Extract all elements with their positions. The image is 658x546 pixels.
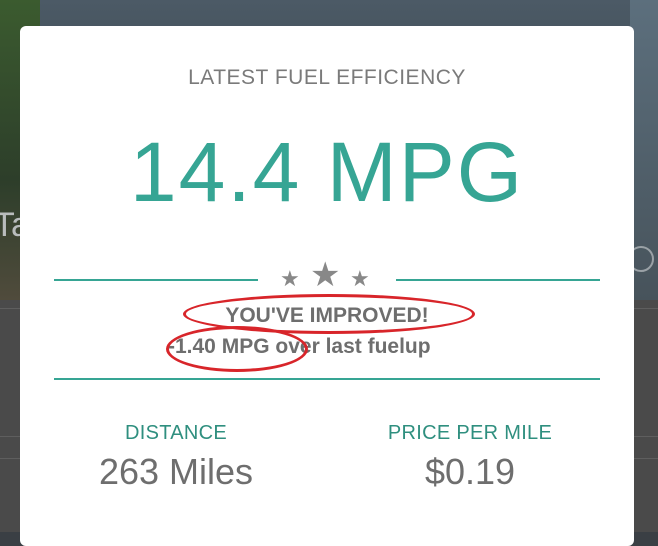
divider-bottom <box>54 378 600 380</box>
divider-left <box>54 279 258 281</box>
distance-stat: DISTANCE 263 Miles <box>56 422 296 493</box>
star-icon: ★ <box>310 256 341 294</box>
star-icon: ★ <box>280 266 300 291</box>
price-per-mile-label: PRICE PER MILE <box>387 422 553 444</box>
distance-label: DISTANCE <box>124 422 228 444</box>
fuel-efficiency-card: LATEST FUEL EFFICIENCY 14.4 MPG ★ ★ ★ YO… <box>20 26 634 546</box>
card-heading: LATEST FUEL EFFICIENCY <box>188 66 466 89</box>
rating-stars: ★ ★ ★ <box>278 258 378 298</box>
divider-right <box>396 279 600 281</box>
star-icon: ★ <box>350 266 370 291</box>
price-per-mile-value: $0.19 <box>424 451 516 492</box>
annotation-ellipse-delta <box>166 326 308 372</box>
distance-value: 263 Miles <box>98 451 254 492</box>
efficiency-value: 14.4 MPG <box>129 125 525 219</box>
price-per-mile-stat: PRICE PER MILE $0.19 <box>350 422 590 493</box>
